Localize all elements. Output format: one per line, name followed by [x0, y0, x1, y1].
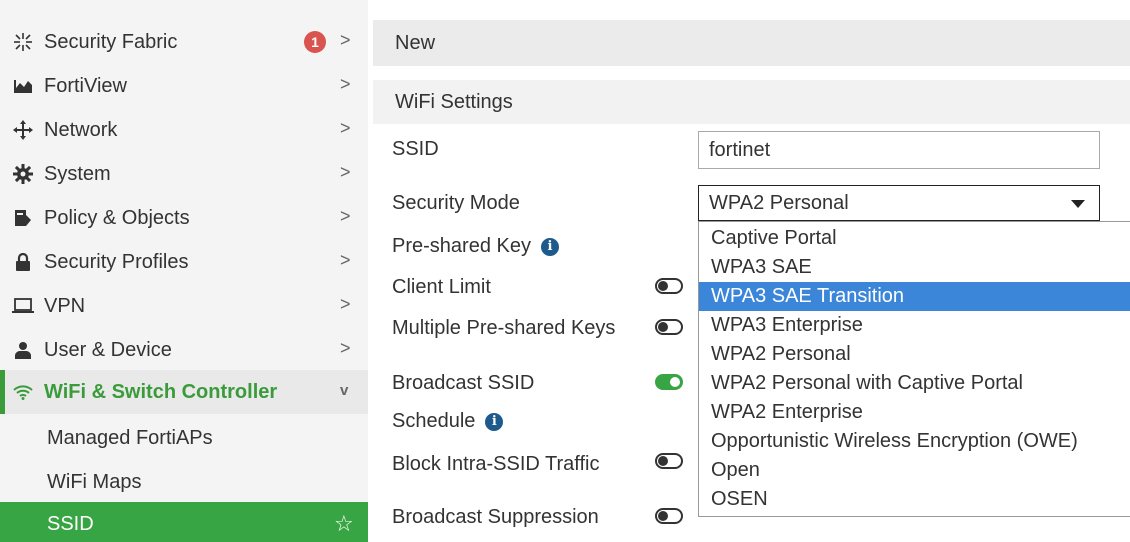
chevron-right-icon: > [340, 118, 351, 138]
ssid-input-value: fortinet [709, 138, 771, 161]
sidebar-item-user-device[interactable]: User & Device > [0, 328, 368, 372]
broadcast-suppression-toggle[interactable] [655, 508, 683, 524]
chevron-right-icon: > [340, 338, 351, 358]
sidebar-item-label: VPN [44, 294, 86, 317]
notification-badge: 1 [304, 31, 326, 53]
dropdown-option-highlighted[interactable]: WPA3 SAE Transition [699, 282, 1130, 311]
dropdown-option[interactable]: Open [699, 456, 1130, 485]
chevron-right-icon: > [340, 250, 351, 270]
preshared-key-label: Pre-shared Key [392, 235, 531, 257]
user-icon [12, 339, 34, 361]
block-intra-ssid-label: Block Intra-SSID Traffic [392, 453, 600, 475]
dropdown-option[interactable]: WPA2 Personal [699, 340, 1130, 369]
dropdown-option[interactable]: Opportunistic Wireless Encryption (OWE) [699, 427, 1130, 456]
laptop-icon [12, 295, 34, 317]
security-mode-selected-value: WPA2 Personal [709, 191, 849, 214]
sidebar-item-label: Security Fabric [44, 30, 178, 53]
wifi-icon [12, 381, 34, 403]
chevron-right-icon: > [340, 162, 351, 182]
sidebar-subitem-wifi-maps[interactable]: WiFi Maps [0, 460, 368, 504]
sidebar-item-label: WiFi & Switch Controller [44, 380, 278, 403]
chevron-right-icon: > [340, 74, 351, 94]
dropdown-option[interactable]: Captive Portal [699, 224, 1130, 253]
ssid-label: SSID [392, 138, 439, 160]
sidebar-subitem-label: Managed FortiAPs [47, 426, 213, 449]
sidebar: Security Fabric 1 > FortiView > Network … [0, 0, 368, 542]
multi-psk-toggle[interactable] [655, 319, 683, 335]
sidebar-item-policy-objects[interactable]: Policy & Objects > [0, 196, 368, 240]
dropdown-option[interactable]: WPA3 Enterprise [699, 311, 1130, 340]
sidebar-item-label: FortiView [44, 74, 127, 97]
section-header: WiFi Settings [373, 80, 1130, 124]
sidebar-item-security-profiles[interactable]: Security Profiles > [0, 240, 368, 284]
security-mode-label: Security Mode [392, 192, 520, 214]
chevron-right-icon: > [340, 30, 351, 50]
policy-icon [12, 207, 34, 229]
schedule-label: Schedule [392, 410, 476, 432]
sidebar-item-label: System [44, 162, 111, 185]
main-content: New WiFi Settings SSID fortinet Security… [368, 0, 1130, 542]
sidebar-item-label: Security Profiles [44, 250, 189, 273]
dropdown-option[interactable]: WPA3 SAE [699, 253, 1130, 282]
section-title: WiFi Settings [395, 90, 513, 113]
chevron-right-icon: > [340, 206, 351, 226]
favorite-star-icon[interactable]: ☆ [334, 511, 354, 537]
chevron-down-icon: v [340, 382, 349, 399]
gear-icon [12, 163, 34, 185]
caret-down-icon [1071, 200, 1085, 208]
sidebar-item-vpn[interactable]: VPN > [0, 284, 368, 328]
sidebar-item-label: Network [44, 118, 118, 141]
info-icon[interactable]: i [485, 412, 504, 431]
chart-icon [12, 75, 34, 97]
sidebar-item-network[interactable]: Network > [0, 108, 368, 152]
sidebar-subitem-ssid[interactable]: SSID ☆ [0, 502, 368, 542]
page-header: New [373, 20, 1130, 66]
sidebar-subitem-label: SSID [47, 512, 94, 535]
broadcast-ssid-label: Broadcast SSID [392, 372, 535, 394]
security-mode-select[interactable]: WPA2 Personal [698, 185, 1100, 221]
ssid-input[interactable]: fortinet [698, 131, 1100, 169]
sidebar-item-label: Policy & Objects [44, 206, 190, 229]
network-move-icon [12, 119, 34, 141]
info-icon[interactable]: i [540, 237, 559, 256]
sidebar-item-system[interactable]: System > [0, 152, 368, 196]
sidebar-item-label: User & Device [44, 338, 172, 361]
sidebar-item-fortiview[interactable]: FortiView > [0, 64, 368, 108]
dropdown-option[interactable]: WPA2 Personal with Captive Portal [699, 369, 1130, 398]
schedule-row: Schedule i [392, 410, 504, 433]
client-limit-toggle[interactable] [655, 278, 683, 294]
sidebar-subitem-managed-fortiaps[interactable]: Managed FortiAPs [0, 416, 368, 460]
dropdown-option[interactable]: OSEN [699, 485, 1130, 514]
lock-icon [12, 251, 34, 273]
fabric-icon [12, 31, 34, 53]
broadcast-suppression-label: Broadcast Suppression [392, 506, 599, 528]
multi-psk-label: Multiple Pre-shared Keys [392, 317, 616, 339]
client-limit-label: Client Limit [392, 276, 491, 298]
dropdown-option[interactable]: WPA2 Enterprise [699, 398, 1130, 427]
sidebar-subitem-label: WiFi Maps [47, 470, 142, 493]
preshared-key-row: Pre-shared Key i [392, 235, 559, 258]
security-mode-dropdown-list: Captive Portal WPA3 SAE WPA3 SAE Transit… [698, 221, 1130, 517]
sidebar-item-wifi-switch-controller[interactable]: WiFi & Switch Controller v [0, 370, 368, 414]
page-title: New [395, 31, 436, 54]
sidebar-item-security-fabric[interactable]: Security Fabric 1 > [0, 20, 368, 64]
broadcast-ssid-toggle[interactable] [655, 374, 683, 390]
chevron-right-icon: > [340, 294, 351, 314]
block-intra-ssid-toggle[interactable] [655, 453, 683, 469]
